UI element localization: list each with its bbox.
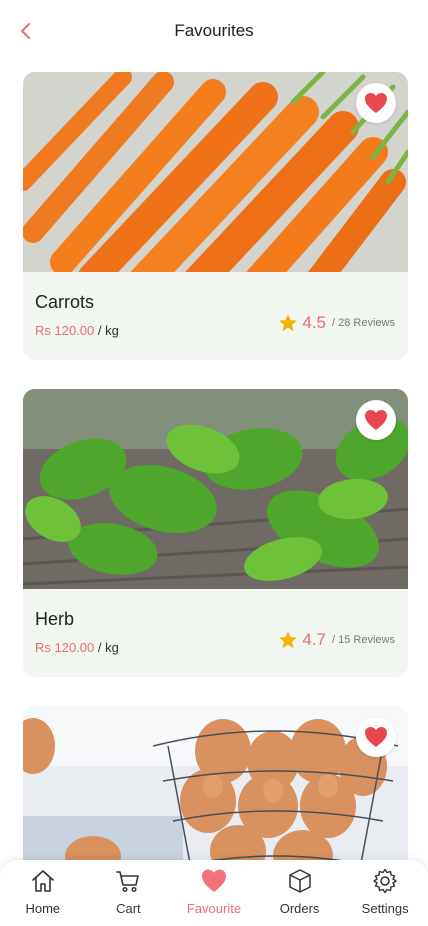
- product-rating: 4.7 / 15 Reviews: [278, 630, 395, 650]
- box-icon: [288, 869, 311, 893]
- product-image-herb: [23, 389, 408, 589]
- product-card[interactable]: Carrots Rs 120.00 / kg 4.5 / 28 Reviews: [23, 72, 408, 360]
- heart-icon: [365, 410, 387, 430]
- nav-cart[interactable]: Cart: [86, 860, 172, 926]
- review-count: / 28 Reviews: [332, 317, 395, 329]
- favourite-toggle[interactable]: [356, 83, 396, 123]
- product-price: Rs 120.00 / kg: [35, 640, 119, 655]
- nav-settings[interactable]: Settings: [342, 860, 428, 926]
- nav-orders-label: Orders: [279, 901, 320, 916]
- heart-icon: [201, 869, 226, 892]
- heart-icon: [365, 93, 387, 113]
- gear-icon: [373, 868, 397, 894]
- review-count: / 15 Reviews: [332, 634, 395, 646]
- rating-score: 4.5: [302, 313, 327, 332]
- rating-score: 4.7: [302, 630, 327, 649]
- cart-icon: [116, 871, 140, 893]
- page-title: Favourites: [174, 21, 254, 40]
- star-icon: [279, 314, 298, 332]
- heart-icon: [365, 727, 387, 747]
- nav-home[interactable]: Home: [0, 860, 86, 926]
- home-icon: [31, 870, 54, 892]
- star-icon: [279, 631, 298, 649]
- product-info: Herb Rs 120.00 / kg 4.7 / 15 Reviews: [23, 589, 408, 677]
- product-card[interactable]: Herb Rs 120.00 / kg 4.7 / 15 Reviews: [23, 389, 408, 677]
- nav-settings-label: Settings: [361, 901, 409, 916]
- nav-home-label: Home: [25, 901, 61, 916]
- nav-orders[interactable]: Orders: [257, 860, 343, 926]
- price-amount: Rs 120.00: [35, 640, 95, 655]
- header: Favourites: [0, 0, 428, 62]
- nav-cart-label: Cart: [116, 901, 141, 916]
- nav-favourite[interactable]: Favourite: [171, 860, 257, 926]
- favourite-toggle[interactable]: [356, 400, 396, 440]
- product-name: Herb: [35, 609, 75, 629]
- product-image-carrots: [23, 72, 408, 272]
- price-unit: / kg: [94, 323, 119, 338]
- product-info: Carrots Rs 120.00 / kg 4.5 / 28 Reviews: [23, 272, 408, 360]
- product-price: Rs 120.00 / kg: [35, 323, 119, 338]
- nav-favourite-label: Favourite: [186, 901, 242, 916]
- bottom-navigation: Home Cart Favourite Orders Settings: [0, 860, 428, 926]
- product-rating: 4.5 / 28 Reviews: [278, 313, 395, 333]
- price-unit: / kg: [94, 640, 119, 655]
- product-name: Carrots: [35, 292, 95, 312]
- price-amount: Rs 120.00: [35, 323, 95, 338]
- favourite-toggle[interactable]: [356, 717, 396, 757]
